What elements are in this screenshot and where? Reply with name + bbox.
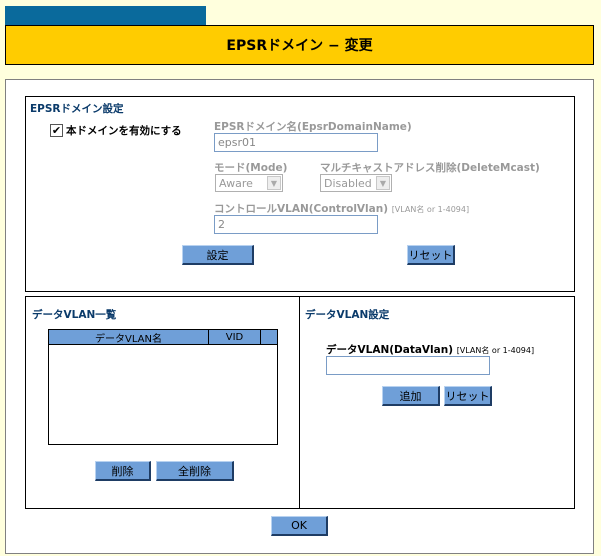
column-header-name: データVLAN名	[49, 330, 209, 345]
add-button[interactable]: 追加	[382, 386, 440, 406]
title-bar: EPSRドメイン − 変更	[5, 25, 594, 65]
data-vlan-field-label-row: データVLAN(DataVlan) [VLAN名 or 1-4094]	[326, 342, 534, 357]
chevron-down-icon: ▼	[267, 176, 281, 190]
column-header-spacer	[261, 330, 277, 344]
domain-reset-button[interactable]: リセット	[407, 245, 455, 265]
chevron-down-icon: ▼	[376, 176, 390, 190]
set-button[interactable]: 設定	[182, 245, 254, 265]
delete-all-button[interactable]: 全削除	[156, 461, 234, 481]
mode-select[interactable]: Aware ▼	[215, 174, 283, 192]
domain-settings-panel: EPSRドメイン設定 ✔ 本ドメインを有効にする EPSRドメイン名(EpsrD…	[25, 96, 575, 292]
mcast-select-value: Disabled	[324, 176, 372, 190]
column-header-vid: VID	[209, 330, 261, 344]
control-vlan-label: コントロールVLAN(ControlVlan)	[214, 203, 389, 215]
header-tab	[5, 6, 206, 26]
enable-domain-checkbox[interactable]: ✔	[50, 124, 63, 137]
mcast-label: マルチキャストアドレス削除(DeleteMcast)	[320, 162, 540, 174]
add-reset-button[interactable]: リセット	[444, 386, 492, 406]
data-vlan-add-panel: データVLAN設定 データVLAN(DataVlan) [VLAN名 or 1-…	[299, 296, 575, 509]
table-header: データVLAN名 VID	[49, 330, 277, 345]
enable-domain-label: 本ドメインを有効にする	[66, 125, 182, 137]
control-vlan-hint: [VLAN名 or 1-4094]	[391, 205, 470, 214]
mode-select-value: Aware	[219, 176, 253, 190]
ok-button[interactable]: OK	[271, 516, 328, 536]
domain-name-label: EPSRドメイン名(EpsrDomainName)	[214, 121, 412, 133]
domain-name-input[interactable]	[214, 133, 378, 152]
domain-settings-title: EPSRドメイン設定	[30, 103, 124, 115]
main-content: EPSRドメイン設定 ✔ 本ドメインを有効にする EPSRドメイン名(EpsrD…	[5, 79, 594, 554]
page-title: EPSRドメイン − 変更	[226, 38, 373, 54]
enable-domain-row: ✔ 本ドメインを有効にする	[50, 123, 182, 138]
data-vlan-table[interactable]: データVLAN名 VID	[48, 329, 278, 445]
delete-button[interactable]: 削除	[95, 461, 151, 481]
control-vlan-label-row: コントロールVLAN(ControlVlan) [VLAN名 or 1-4094…	[214, 201, 469, 216]
mode-label: モード(Mode)	[214, 162, 288, 174]
data-vlan-list-panel: データVLAN一覧 データVLAN名 VID 削除 全削除	[25, 296, 300, 509]
data-vlan-input[interactable]	[326, 356, 490, 375]
data-vlan-field-hint: [VLAN名 or 1-4094]	[456, 346, 535, 355]
data-vlan-field-label: データVLAN(DataVlan)	[326, 344, 454, 356]
control-vlan-input[interactable]	[214, 215, 378, 234]
mcast-select[interactable]: Disabled ▼	[320, 174, 392, 192]
data-vlan-add-title: データVLAN設定	[305, 309, 390, 321]
data-vlan-list-title: データVLAN一覧	[32, 309, 117, 321]
checkmark-icon: ✔	[51, 124, 62, 137]
